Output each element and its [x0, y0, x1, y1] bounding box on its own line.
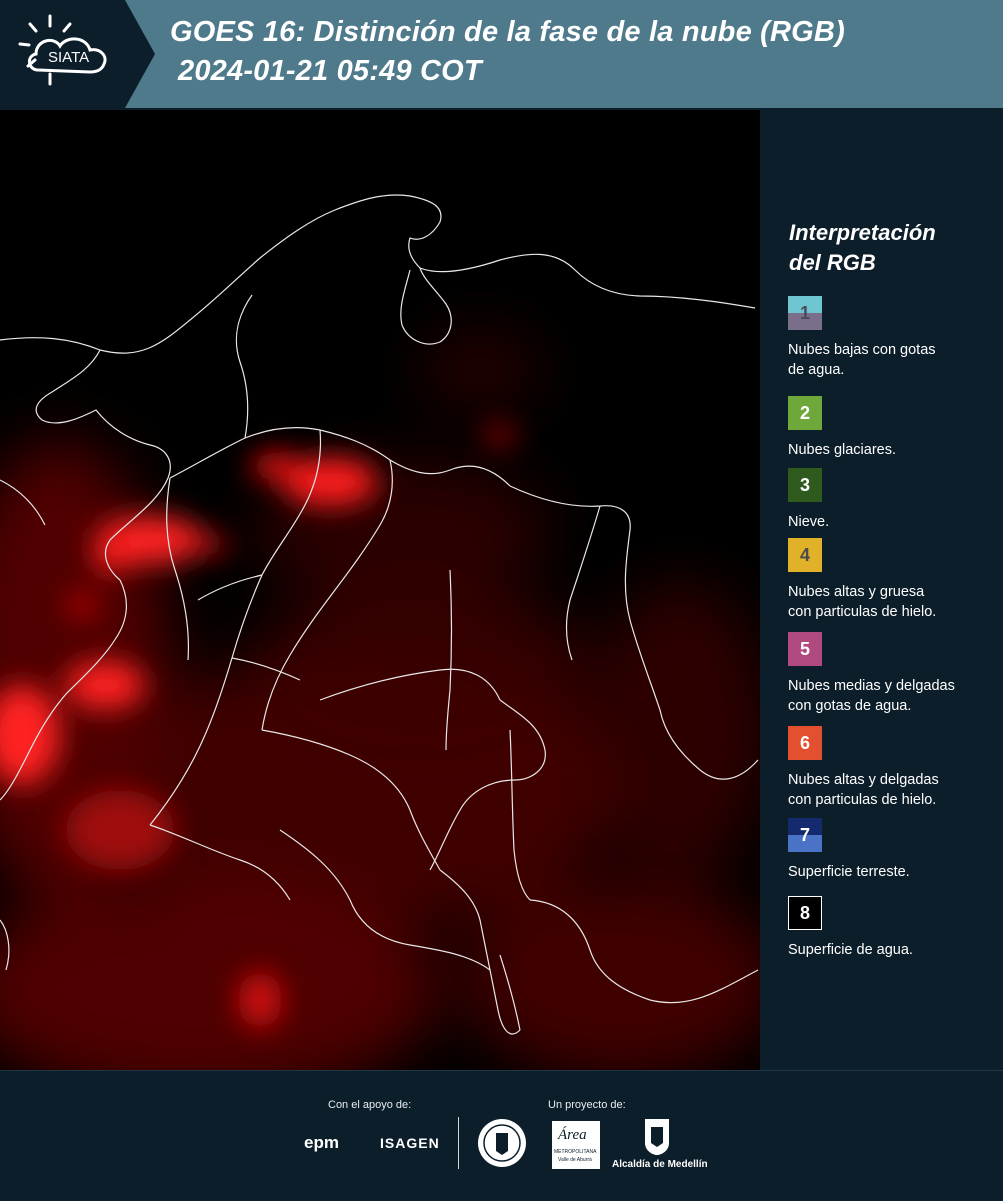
legend-swatch: 7 [788, 818, 822, 852]
legend-label: Superficie terreste. [788, 862, 998, 882]
legend-label: Nubes altas y delgadas con particulas de … [788, 770, 998, 810]
legend-item-4: 4 Nubes altas y gruesa con particulas de h… [788, 538, 998, 622]
legend-item-1: 1 Nubes bajas con gotas de agua. [788, 296, 998, 380]
legend-label-line1: Nubes medias y delgadas [788, 678, 955, 694]
siata-logo[interactable]: SIATA [0, 0, 155, 108]
legend-swatch: 3 [788, 468, 822, 502]
legend-label-line1: Superficie de agua. [788, 942, 913, 958]
legend-label-line1: Superficie terreste. [788, 864, 910, 880]
legend-title: Interpretación del RGB [789, 218, 989, 278]
siata-logo-icon: SIATA [0, 0, 155, 108]
legend-label-line1: Nubes altas y gruesa [788, 584, 925, 600]
legend-label: Superficie de agua. [788, 940, 998, 960]
legend-label: Nieve. [788, 512, 998, 532]
header-bar: SIATA GOES 16: Distinción de la fase de … [0, 0, 1003, 108]
page-title: GOES 16: Distinción de la fase de la nub… [170, 16, 845, 48]
legend-label-line2: con gotas de agua. [788, 698, 912, 714]
legend-label: Nubes glaciares. [788, 440, 998, 460]
legend-swatch: 5 [788, 632, 822, 666]
legend-swatch-number: 5 [799, 638, 810, 659]
legend-label-line1: Nubes bajas con gotas [788, 342, 936, 358]
legend-swatch: 6 [788, 726, 822, 760]
legend-item-5: 5 Nubes medias y delgadas con gotas de agu… [788, 632, 998, 716]
map-svg [0, 110, 760, 1070]
legend-label-line1: Nubes altas y delgadas [788, 772, 939, 788]
page-subtitle-datetime: 2024-01-21 05:49 COT [178, 55, 482, 87]
footer-divider [458, 1117, 459, 1169]
legend-label: Nubes bajas con gotas de agua. [788, 340, 998, 380]
legend-label-line2: de agua. [788, 362, 845, 378]
legend-swatch-number: 7 [799, 824, 810, 845]
legend-item-3: 3 Nieve. [788, 468, 998, 532]
legend-label-line1: Nubes glaciares. [788, 442, 896, 458]
legend-item-2: 2 Nubes glaciares. [788, 396, 998, 460]
footer: Con el apoyo de: Un proyecto de: epm ISA… [0, 1070, 1003, 1201]
legend-label: Nubes medias y delgadas con gotas de agua… [788, 676, 998, 716]
medellin-shield-icon [645, 1119, 669, 1155]
satellite-map[interactable] [0, 110, 760, 1070]
support-label: Con el apoyo de: [328, 1099, 412, 1111]
area-logo-sub1: METROPOLITANA [554, 1149, 597, 1155]
legend-swatch: 4 [788, 538, 822, 572]
legend-label-line2: con particulas de hielo. [788, 792, 937, 808]
legend-item-6: 6 Nubes altas y delgadas con particulas de… [788, 726, 998, 810]
area-logo-sub2: Valle de Aburrá [558, 1157, 592, 1163]
legend-label: Nubes altas y gruesa con particulas de hi… [788, 582, 998, 622]
legend-swatch: 2 [788, 396, 822, 430]
legend-panel: Interpretación del RGB 1 Nubes bajas con … [760, 110, 1003, 1070]
legend-label-line2: con particulas de hielo. [788, 604, 937, 620]
epm-logo: epm [304, 1133, 339, 1152]
legend-label-line1: Nieve. [788, 514, 830, 530]
legend-item-8: 8 Superficie de agua. [788, 896, 998, 960]
siata-logo-text: SIATA [48, 49, 89, 66]
legend-swatch-number: 8 [799, 902, 810, 923]
area-logo-text: Área [558, 1127, 587, 1143]
isagen-logo: ISAGEN [380, 1135, 440, 1151]
legend-swatch-number: 4 [799, 544, 810, 565]
legend-swatch: 1 [788, 296, 822, 330]
project-label: Un proyecto de: [548, 1099, 626, 1111]
legend-title-line2: del RGB [789, 250, 876, 275]
alcaldia-medellin-label: Alcaldía de Medellín [612, 1159, 708, 1170]
legend-item-7: 7 Superficie terreste. [788, 818, 998, 882]
legend-swatch-number: 1 [799, 302, 810, 323]
legend-swatch: 8 [788, 896, 822, 930]
legend-title-line1: Interpretación [789, 220, 936, 245]
legend-swatch-number: 3 [799, 474, 810, 495]
area-metropolitana-logo: Área METROPOLITANA Valle de Aburrá [552, 1121, 600, 1169]
legend-swatch-number: 6 [799, 732, 810, 753]
legend-swatch-number: 2 [799, 402, 810, 423]
university-seal-icon [478, 1119, 526, 1167]
